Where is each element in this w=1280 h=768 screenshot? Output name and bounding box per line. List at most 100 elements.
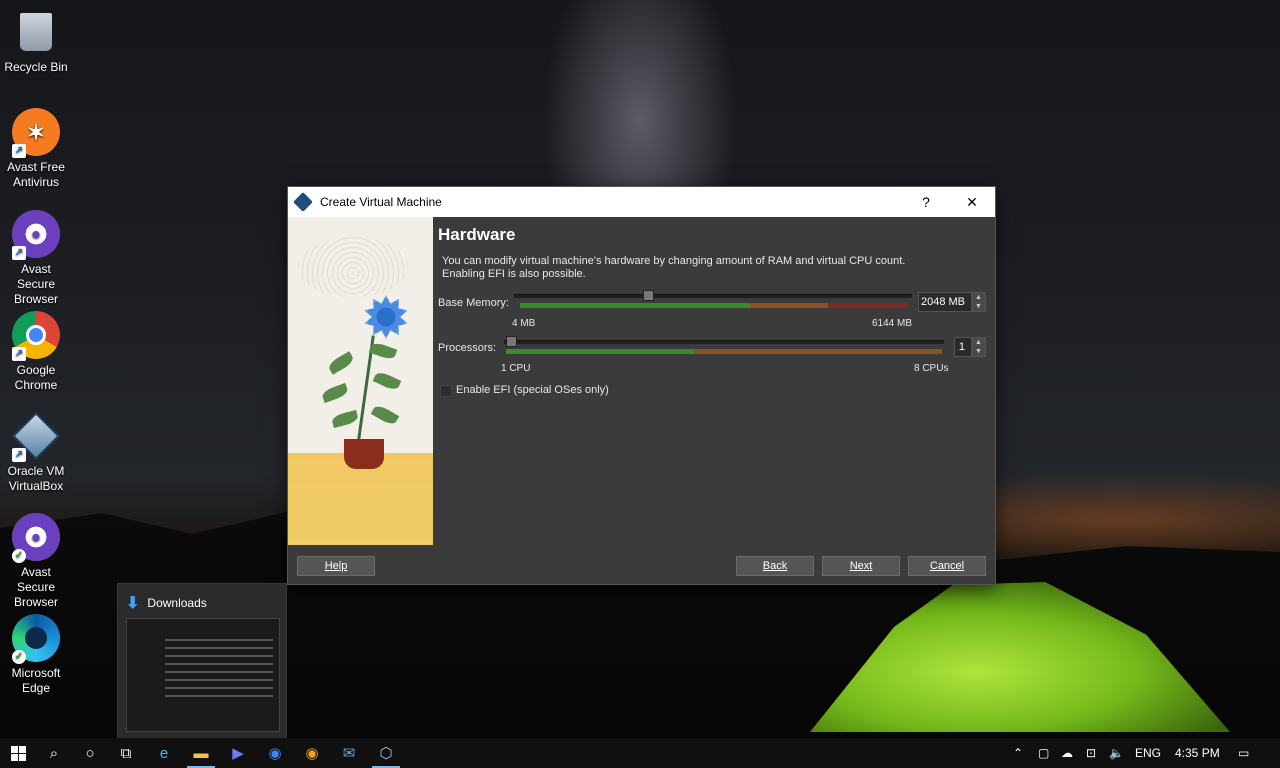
processors-scale-green — [506, 349, 694, 354]
shortcut-arrow-icon: ↗ — [12, 246, 26, 260]
thumbnail-preview — [126, 618, 280, 732]
recycle-bin-icon — [12, 8, 60, 56]
desktop-icon-google-chrome[interactable]: ↗ Google Chrome — [2, 311, 70, 393]
wizard-content: Hardware You can modify virtual machine'… — [438, 225, 987, 289]
preview-row — [165, 663, 273, 665]
desktop-icon-microsoft-edge[interactable]: ✓ Microsoft Edge — [2, 614, 70, 696]
avast-antivirus-icon: ✶ ↗ — [12, 108, 60, 158]
clock[interactable]: 4:35 PM — [1175, 738, 1220, 768]
desktop-icon-label: Google Chrome — [14, 363, 58, 392]
media-player-icon[interactable]: ▶ — [220, 738, 256, 768]
close-icon[interactable]: ✕ — [949, 187, 995, 217]
processors-slider[interactable] — [504, 340, 944, 344]
volume-muted-icon[interactable]: 🔈 — [1109, 738, 1124, 768]
meet-now-icon[interactable]: ▢ — [1038, 738, 1049, 768]
download-arrow-icon: ⬇ — [126, 595, 140, 612]
desktop-icon-avast-antivirus[interactable]: ✶ ↗ Avast Free Antivirus — [2, 108, 70, 190]
search-icon[interactable]: ⌕ — [36, 738, 72, 768]
desktop-icon-label: Avast Free Antivirus — [7, 160, 65, 189]
preview-row — [165, 687, 273, 689]
preview-row — [165, 671, 273, 673]
plant-leaf — [370, 403, 400, 427]
next-button[interactable]: Next — [822, 556, 900, 576]
desktop-icon-avast-browser[interactable]: ● ↗ Avast Secure Browser — [2, 210, 70, 307]
onedrive-cloud-icon[interactable]: ☁ — [1061, 738, 1073, 768]
processors-slider-handle[interactable] — [506, 336, 517, 347]
processors-value: 1 — [958, 341, 965, 353]
thumbnail-title-bar: ⬇ Downloads — [118, 584, 286, 622]
network-icon[interactable]: ⊡ — [1086, 738, 1096, 768]
processors-spinbox[interactable]: 1 ▲ ▼ — [954, 337, 986, 357]
thumbnail-title: Downloads — [147, 596, 207, 610]
desktop-icon-recycle-bin[interactable]: Recycle Bin — [2, 8, 70, 75]
base-memory-value: 2048 MB — [920, 296, 965, 308]
downloads-window-thumbnail[interactable]: ⬇ Downloads — [117, 583, 287, 739]
preview-row — [165, 639, 273, 641]
avast-browser-icon[interactable]: ◉ — [294, 738, 330, 768]
chrome-icon: ↗ — [12, 311, 60, 361]
back-button[interactable]: Back — [736, 556, 814, 576]
processors-scale-orange — [694, 349, 942, 354]
desktop-icon-label: Oracle VM VirtualBox — [7, 464, 65, 493]
virtualbox-icon: ↗ — [11, 411, 61, 462]
create-vm-dialog: Create Virtual Machine ? ✕ Hardware You … — [287, 186, 996, 585]
desktop-icon-label: Avast Secure Browser — [13, 565, 58, 609]
file-explorer-icon[interactable]: ▬ — [183, 738, 219, 768]
spin-arrows-icon[interactable]: ▲ ▼ — [971, 338, 985, 356]
desktop-icon-avast-browser-2[interactable]: ● ✓ Avast Secure Browser — [2, 513, 70, 610]
desktop-icon-virtualbox[interactable]: ↗ Oracle VM VirtualBox — [2, 411, 70, 494]
base-memory-slider-handle[interactable] — [643, 290, 655, 301]
flower-pot-illustration — [344, 439, 384, 469]
notifications-icon[interactable]: ▭ — [1238, 738, 1249, 768]
edge-icon[interactable]: e — [146, 738, 182, 768]
shortcut-arrow-icon: ↗ — [12, 347, 26, 361]
plant-leaf — [372, 370, 402, 392]
plant-leaf — [368, 340, 398, 362]
base-memory-label: Base Memory: — [438, 297, 509, 309]
sync-check-icon: ✓ — [12, 549, 26, 563]
chrome-icon[interactable]: ◉ — [257, 738, 293, 768]
dialog-titlebar[interactable]: Create Virtual Machine ? ✕ — [288, 187, 995, 217]
edge-icon: ✓ — [12, 614, 60, 664]
desktop-icon-label: Avast Secure Browser — [13, 262, 58, 306]
preview-row — [165, 655, 273, 657]
processors-min-label: 1 CPU — [501, 363, 531, 374]
avast-browser-icon: ● ↗ — [12, 210, 60, 260]
virtualbox-icon[interactable]: ⬡ — [368, 738, 404, 768]
flower-illustration — [364, 295, 408, 339]
language-indicator[interactable]: ENG — [1135, 738, 1161, 768]
memory-scale-green — [520, 303, 750, 308]
dialog-title: Create Virtual Machine — [320, 195, 442, 209]
show-hidden-icons-chevron-icon[interactable]: ⌃ — [1013, 738, 1023, 768]
avast-browser-icon: ● ✓ — [12, 513, 60, 563]
help-button[interactable]: Help — [297, 556, 375, 576]
preview-row — [165, 695, 273, 697]
desktop-icon-label: Microsoft Edge — [11, 666, 61, 695]
enable-efi-checkbox[interactable] — [440, 385, 452, 397]
plant-leaf — [326, 351, 356, 375]
wizard-side-illustration — [288, 217, 433, 545]
taskbar: ⌕ ○ ⧉ e ▬ ▶ ◉ ◉ ✉ ⬡ ⌃ ▢ ☁ ⊡ 🔈 ENG 4:35 P… — [0, 738, 1280, 768]
cancel-button[interactable]: Cancel — [908, 556, 986, 576]
cloud-illustration — [298, 237, 408, 297]
desktop-icon-label: Recycle Bin — [4, 60, 68, 74]
enable-efi-label[interactable]: Enable EFI (special OSes only) — [456, 384, 609, 396]
base-memory-slider[interactable] — [514, 294, 912, 298]
virtualbox-icon — [293, 192, 313, 212]
outlook-icon[interactable]: ✉ — [331, 738, 367, 768]
memory-max-label: 6144 MB — [872, 318, 913, 329]
cortana-icon[interactable]: ○ — [72, 738, 108, 768]
memory-min-label: 4 MB — [512, 318, 536, 329]
plant-leaf — [330, 409, 360, 429]
page-description: You can modify virtual machine's hardwar… — [442, 255, 906, 280]
processors-max-label: 8 CPUs — [914, 363, 949, 374]
base-memory-spinbox[interactable]: 2048 MB ▲ ▼ — [918, 292, 986, 312]
shortcut-arrow-icon: ↗ — [12, 448, 26, 462]
memory-scale-orange — [750, 303, 828, 308]
task-view-icon[interactable]: ⧉ — [108, 738, 144, 768]
shortcut-arrow-icon: ↗ — [12, 144, 26, 158]
start-windows-icon[interactable] — [0, 738, 36, 768]
help-icon[interactable]: ? — [903, 187, 949, 217]
processors-label: Processors: — [438, 342, 497, 354]
spin-arrows-icon[interactable]: ▲ ▼ — [971, 293, 985, 311]
